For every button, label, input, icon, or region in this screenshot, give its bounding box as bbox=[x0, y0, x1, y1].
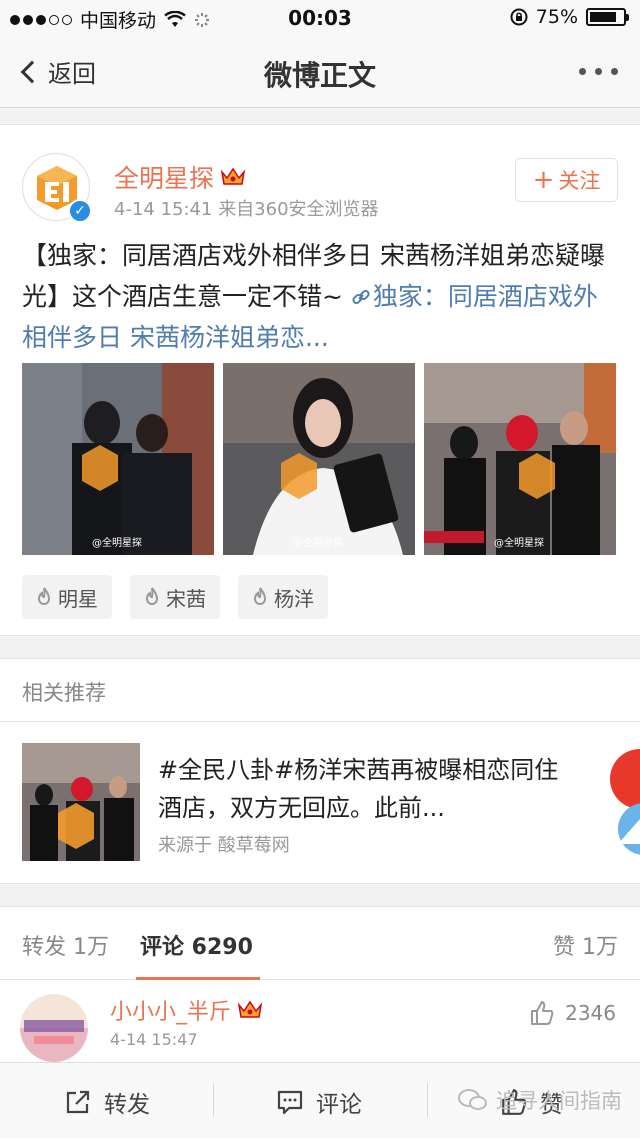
repost-label: 转发 bbox=[104, 1092, 150, 1118]
comment-bubble-icon bbox=[277, 1090, 303, 1115]
topic-tag-label: 宋茜 bbox=[166, 586, 206, 611]
photo-watermark: @全明星探 bbox=[293, 538, 343, 549]
comment-label: 评论 bbox=[316, 1092, 362, 1118]
post-body: 【独家：同居酒店戏外相伴多日 宋茜杨洋姐弟恋疑曝光】这个酒店生意一定不错~ 独家… bbox=[22, 235, 620, 358]
post-card: ✓ 全明星探 4-14 15:41 来自360安全浏览器 + 关注 【独家：同居… bbox=[0, 124, 640, 636]
toolbar-divider bbox=[427, 1083, 428, 1117]
photo-watermark: @全明星探 bbox=[92, 538, 142, 549]
decorative-bubble-icon bbox=[610, 749, 640, 855]
post-meta: 4-14 15:41 来自360安全浏览器 bbox=[114, 195, 379, 221]
link-icon bbox=[352, 289, 370, 305]
flame-icon bbox=[145, 587, 159, 605]
commenter-avatar[interactable] bbox=[20, 994, 88, 1062]
follow-button[interactable]: + 关注 bbox=[515, 158, 618, 202]
photo-grid: @全明星探 @全明星探 @全明星探 bbox=[22, 363, 616, 555]
comment-like-count: 2346 bbox=[565, 1001, 616, 1025]
post-photo[interactable]: @全明星探 bbox=[22, 363, 214, 555]
comment-button[interactable]: 评论 bbox=[276, 1085, 362, 1119]
comment-like-button[interactable]: 2346 bbox=[529, 1000, 616, 1026]
topic-tag[interactable]: 宋茜 bbox=[130, 575, 220, 619]
vip-crown-icon bbox=[220, 167, 246, 185]
post-source: 来自360安全浏览器 bbox=[218, 199, 379, 220]
topic-tag-label: 杨洋 bbox=[274, 586, 314, 611]
topic-tag-label: 明星 bbox=[58, 586, 98, 611]
wechat-watermark: 追寻人间指南 bbox=[458, 1085, 622, 1115]
related-source: 来源于 酸草莓网 bbox=[158, 835, 290, 856]
more-dot-icon bbox=[579, 68, 586, 75]
more-dot-icon bbox=[611, 68, 618, 75]
tab-repost[interactable]: 转发 1万 bbox=[22, 929, 109, 961]
tab-comments[interactable]: 评论 6290 bbox=[140, 929, 253, 961]
related-section: 相关推荐 #全民八卦#杨洋宋茜再被曝相恋同住酒店，双方无回应。此前... 来源于… bbox=[0, 658, 640, 884]
photo-image bbox=[223, 363, 415, 555]
related-thumbnail[interactable] bbox=[22, 743, 140, 861]
flame-icon bbox=[37, 587, 51, 605]
commenter-name-row[interactable]: 小小小_半斤 bbox=[110, 994, 263, 1026]
related-heading: 相关推荐 bbox=[22, 681, 106, 705]
thumbnail-image bbox=[22, 743, 140, 861]
photo-watermark: @全明星探 bbox=[494, 538, 544, 549]
comment-item: 小小小_半斤 4-14 15:47 2346 bbox=[0, 980, 640, 1062]
post-photo[interactable]: @全明星探 bbox=[223, 363, 415, 555]
share-icon bbox=[66, 1090, 90, 1114]
nav-bar: 返回 微博正文 bbox=[0, 36, 640, 108]
battery-icon bbox=[586, 8, 629, 26]
bottom-toolbar: 转发 评论 赞 追寻人间指南 bbox=[0, 1062, 640, 1138]
repost-button[interactable]: 转发 bbox=[64, 1085, 150, 1119]
thumbs-up-icon bbox=[531, 1001, 554, 1025]
comment-time: 4-14 15:47 bbox=[110, 1030, 198, 1049]
photo-image bbox=[424, 363, 616, 555]
avatar-image bbox=[20, 994, 88, 1062]
verified-badge-icon: ✓ bbox=[68, 199, 92, 223]
follow-label: 关注 bbox=[558, 169, 601, 193]
post-photo[interactable]: @全明星探 bbox=[424, 363, 616, 555]
post-date: 4-14 15:41 bbox=[114, 199, 213, 220]
related-title[interactable]: #全民八卦#杨洋宋茜再被曝相恋同住酒店，双方无回应。此前... bbox=[158, 751, 578, 827]
more-options-button[interactable] bbox=[579, 68, 618, 75]
author-name[interactable]: 全明星探 bbox=[114, 159, 214, 195]
author-name-row[interactable]: 全明星探 bbox=[114, 159, 246, 195]
toolbar-divider bbox=[213, 1083, 214, 1117]
battery-percent: 75% bbox=[535, 6, 578, 28]
vip-crown-icon bbox=[237, 1000, 263, 1018]
plus-icon: + bbox=[532, 165, 555, 195]
rotation-lock-icon bbox=[510, 8, 528, 26]
more-dot-icon bbox=[595, 68, 602, 75]
interaction-tabs: 转发 1万 评论 6290 赞 1万 bbox=[0, 906, 640, 981]
watermark-text: 追寻人间指南 bbox=[496, 1089, 622, 1113]
page-title: 微博正文 bbox=[263, 59, 376, 92]
topic-tags: 明星 宋茜 杨洋 bbox=[22, 575, 328, 619]
commenter-name[interactable]: 小小小_半斤 bbox=[110, 994, 231, 1026]
tab-likes[interactable]: 赞 1万 bbox=[553, 929, 618, 961]
topic-tag[interactable]: 杨洋 bbox=[238, 575, 328, 619]
photo-image bbox=[22, 363, 214, 555]
flame-icon bbox=[253, 587, 267, 605]
status-bar: 中国移动 00:03 75% bbox=[0, 0, 640, 36]
topic-tag[interactable]: 明星 bbox=[22, 575, 112, 619]
divider bbox=[0, 721, 640, 722]
wechat-icon bbox=[458, 1089, 487, 1110]
